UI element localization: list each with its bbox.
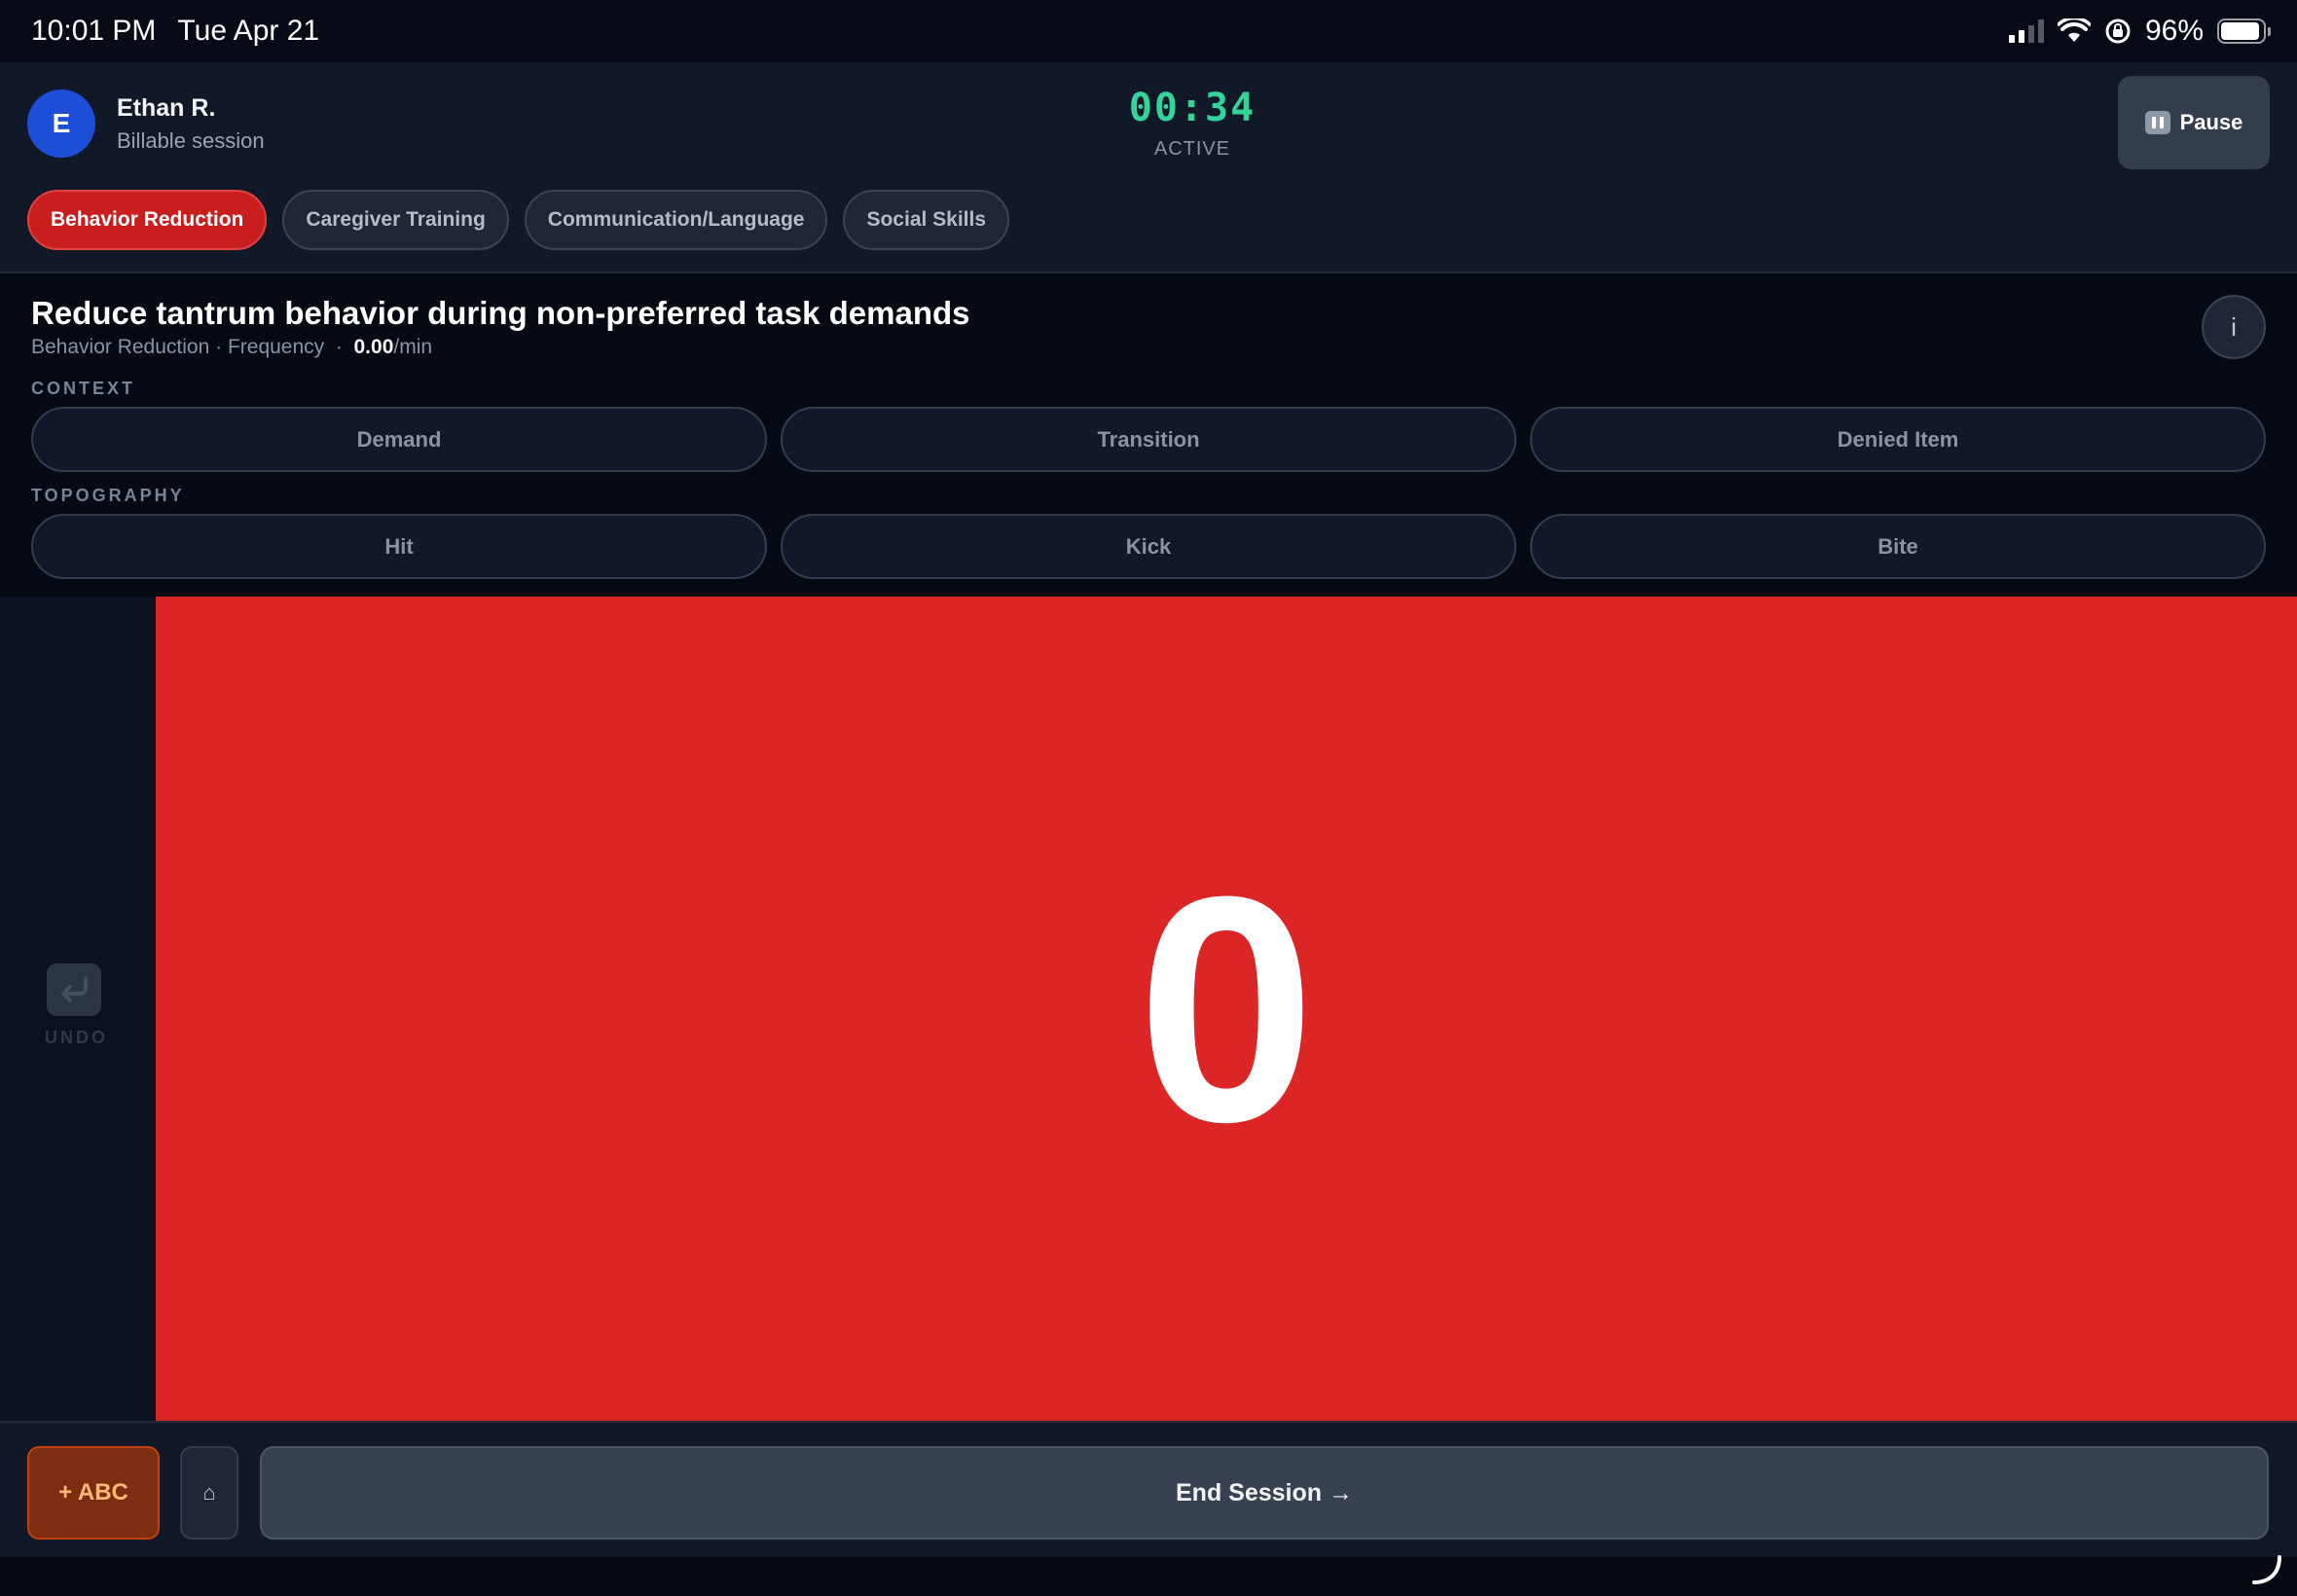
domain-tabs: Behavior Reduction Caregiver Training Co…	[27, 190, 1010, 250]
status-left: 10:01 PM Tue Apr 21	[31, 15, 319, 48]
undo-icon	[47, 963, 101, 1016]
topography-bite-button[interactable]: Bite	[1530, 514, 2266, 579]
context-options: Demand Transition Denied Item	[31, 407, 2266, 472]
status-date: Tue Apr 21	[177, 15, 320, 47]
session-screen: 10:01 PM Tue Apr 21 96% E Ethan R. Billa…	[0, 0, 2297, 1596]
context-transition-button[interactable]: Transition	[781, 407, 1516, 472]
goal-title: Reduce tantrum behavior during non-prefe…	[31, 295, 970, 331]
end-session-button[interactable]: End Session →	[260, 1446, 2269, 1540]
tab-behavior-reduction[interactable]: Behavior Reduction	[27, 190, 268, 250]
cellular-signal-icon	[2008, 19, 2044, 43]
pause-button[interactable]: Pause	[2118, 76, 2270, 169]
home-indicator-area	[0, 1555, 2297, 1596]
orientation-lock-icon	[2105, 18, 2131, 44]
battery-percent: 96%	[2144, 15, 2204, 47]
pause-label: Pause	[2179, 110, 2243, 134]
client-info: E Ethan R. Billable session	[27, 90, 265, 158]
tab-caregiver-training[interactable]: Caregiver Training	[282, 190, 509, 250]
tab-social-skills[interactable]: Social Skills	[843, 190, 1010, 250]
context-label: CONTEXT	[31, 379, 136, 398]
topography-kick-button[interactable]: Kick	[781, 514, 1516, 579]
session-type: Billable session	[117, 127, 265, 153]
rate-unit: /min	[393, 336, 433, 358]
tab-communication-language[interactable]: Communication/Language	[524, 190, 828, 250]
session-header: E Ethan R. Billable session 00:34 ACTIVE…	[0, 62, 2297, 273]
undo-label: UNDO	[45, 1028, 108, 1047]
status-bar: 10:01 PM Tue Apr 21 96%	[0, 0, 2297, 62]
client-text: Ethan R. Billable session	[117, 94, 265, 154]
context-denied-item-button[interactable]: Denied Item	[1530, 407, 2266, 472]
timer-status: ACTIVE	[1153, 138, 1231, 160]
goal-panel: Reduce tantrum behavior during non-prefe…	[0, 275, 2297, 597]
topography-label: TOPOGRAPHY	[31, 486, 185, 505]
wifi-icon	[2057, 18, 2091, 42]
client-name: Ethan R.	[117, 93, 216, 122]
undo-button[interactable]: UNDO	[45, 963, 108, 1048]
corner-gesture-icon	[2252, 1555, 2281, 1584]
undo-panel: UNDO	[0, 597, 156, 1421]
status-time: 10:01 PM	[31, 15, 157, 47]
goal-meta-text: Behavior Reduction · Frequency ·	[31, 336, 354, 358]
count-value: 0	[1137, 828, 1316, 1188]
timer-value: 00:34	[1128, 86, 1257, 130]
frequency-counter-button[interactable]: 0	[156, 597, 2297, 1421]
home-button[interactable]: ⌂	[180, 1446, 238, 1540]
topography-hit-button[interactable]: Hit	[31, 514, 767, 579]
pause-icon	[2144, 111, 2170, 134]
topography-options: Hit Kick Bite	[31, 514, 2266, 579]
bottom-bar: + ABC ⌂ End Session →	[0, 1421, 2297, 1557]
battery-icon	[2217, 18, 2271, 44]
goal-meta: Behavior Reduction · Frequency · 0.00/mi…	[31, 336, 432, 359]
avatar: E	[27, 90, 95, 158]
add-abc-button[interactable]: + ABC	[27, 1446, 160, 1540]
status-right: 96%	[2008, 15, 2271, 48]
info-button[interactable]: i	[2202, 295, 2266, 359]
rate-value: 0.00	[353, 336, 394, 358]
context-demand-button[interactable]: Demand	[31, 407, 767, 472]
session-timer: 00:34 ACTIVE	[1051, 86, 1333, 161]
